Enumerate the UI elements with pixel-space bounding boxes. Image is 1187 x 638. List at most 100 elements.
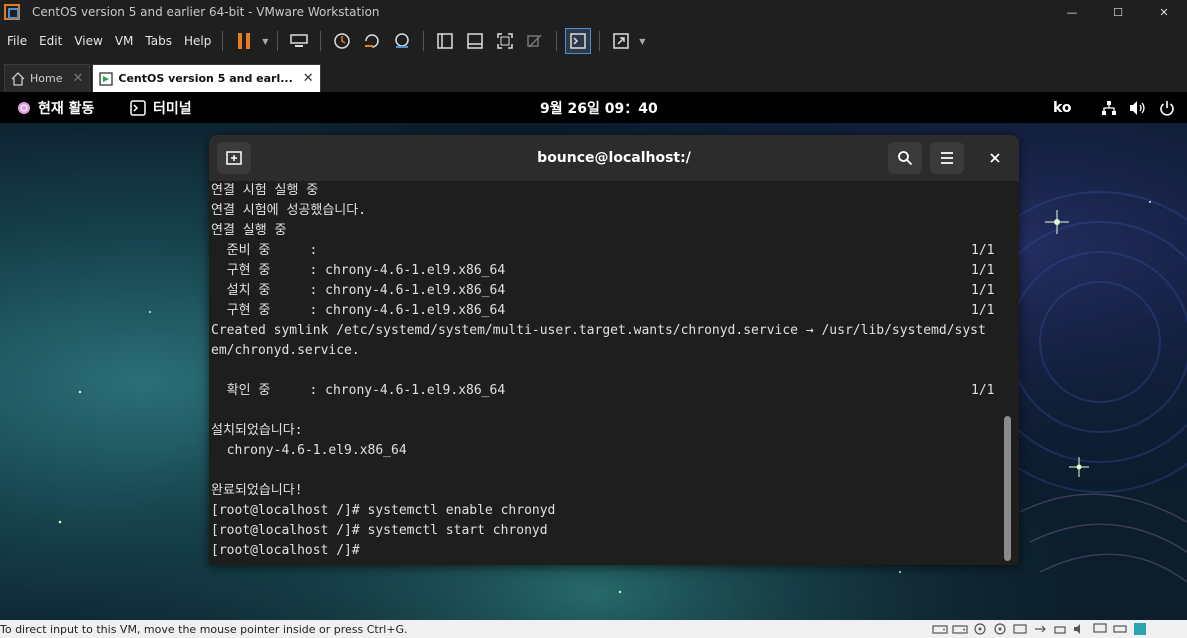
snapshot-manager-icon: [395, 33, 410, 48]
terminal-scrollbar[interactable]: [1004, 416, 1011, 561]
menu-view[interactable]: View: [69, 34, 107, 48]
full-screen-button[interactable]: [492, 28, 518, 54]
terminal-line: 구현 중 : chrony-4.6-1.el9.x86_64: [211, 303, 506, 318]
terminal-prompt-line: [root@localhost /]#: [211, 543, 360, 558]
unity-icon: [527, 34, 542, 48]
clock[interactable]: 9월 26일 09：40: [540, 92, 658, 123]
terminal-line: chrony-4.6-1.el9.x86_64: [211, 443, 407, 458]
printer-icon[interactable]: [1052, 623, 1068, 635]
unity-button[interactable]: [522, 28, 548, 54]
app-menu-terminal[interactable]: 터미널: [130, 92, 192, 123]
home-icon: [11, 71, 25, 86]
stretch-icon: [613, 33, 630, 49]
close-window-button[interactable]: ✕: [1141, 0, 1187, 24]
input-language-indicator[interactable]: ko: [1053, 92, 1072, 123]
progress-counter: 1/1: [971, 303, 995, 318]
activities-label: 현재 활동: [38, 100, 95, 117]
bottom-panel-icon: [467, 33, 484, 49]
activities-button[interactable]: 현재 활동: [16, 92, 94, 123]
message-log-icon[interactable]: [1132, 623, 1148, 635]
vm-icon: [99, 71, 114, 86]
menu-file[interactable]: File: [2, 34, 32, 48]
terminal-line: 완료되었습니다!: [211, 483, 303, 498]
show-thumbnail-bar-button[interactable]: [462, 28, 488, 54]
terminal-line: 설치 중 : chrony-4.6-1.el9.x86_64: [211, 283, 506, 298]
terminal-line: 연결 시험 실행 중: [211, 183, 319, 198]
progress-counter: 1/1: [971, 243, 995, 258]
terminal-headerbar[interactable]: bounce@localhost:/: [209, 135, 1019, 181]
hard-disk-icon[interactable]: [952, 623, 968, 635]
cd-rom-icon[interactable]: [972, 623, 988, 635]
window-titlebar: CentOS version 5 and earlier 64-bit - VM…: [0, 0, 1187, 24]
toolbar-divider: [599, 31, 601, 51]
snapshot-manager-button[interactable]: [389, 28, 415, 54]
serial-port-icon[interactable]: [1112, 623, 1128, 635]
device-status-icons: [932, 620, 1148, 638]
network-adapter-icon[interactable]: [1012, 623, 1028, 635]
stretch-dropdown-arrow[interactable]: ▼: [636, 37, 648, 46]
menu-vm[interactable]: VM: [110, 34, 139, 48]
terminal-line: 확인 중 : chrony-4.6-1.el9.x86_64: [211, 383, 506, 398]
new-tab-button[interactable]: [217, 142, 251, 174]
console-view-button[interactable]: [565, 28, 592, 54]
terminal-line: [root@localhost /]# systemctl enable chr…: [211, 503, 556, 518]
terminal-output[interactable]: 연결 시험 실행 중 연결 시험에 성공했습니다. 연결 실행 중 준비 중 :…: [209, 181, 1019, 565]
revert-icon: [365, 34, 380, 48]
tab-label: Home: [30, 72, 63, 85]
cd-rom-icon[interactable]: [992, 623, 1008, 635]
search-icon: [898, 151, 913, 166]
network-icon: [1102, 100, 1116, 115]
toolbar-divider: [277, 31, 279, 51]
sound-card-icon[interactable]: [1072, 623, 1088, 635]
terminal-app-icon: [130, 99, 146, 116]
system-tray[interactable]: [1101, 92, 1175, 123]
stretch-guest-button[interactable]: [608, 28, 634, 54]
minimize-button[interactable]: —: [1049, 0, 1095, 24]
usb-icon[interactable]: [1032, 623, 1048, 635]
close-tab-icon[interactable]: ✕: [303, 71, 314, 86]
menu-toolbar: File Edit View VM Tabs Help ▼ ▼: [0, 24, 1187, 58]
keyboard-icon: [290, 34, 309, 47]
activities-icon: [18, 101, 30, 114]
main-menu-button[interactable]: [930, 142, 964, 174]
revert-snapshot-button[interactable]: [359, 28, 385, 54]
close-icon: [990, 153, 1000, 163]
terminal-line: 준비 중 :: [211, 243, 318, 258]
display-icon[interactable]: [1092, 623, 1108, 635]
progress-counter: 1/1: [971, 283, 995, 298]
menu-tabs[interactable]: Tabs: [140, 34, 177, 48]
search-button[interactable]: [888, 142, 922, 174]
terminal-line: 설치되었습니다:: [211, 423, 303, 438]
new-tab-icon: [226, 151, 242, 165]
show-library-button[interactable]: [432, 28, 458, 54]
terminal-line: 구현 중 : chrony-4.6-1.el9.x86_64: [211, 263, 506, 278]
pause-icon: [238, 33, 251, 49]
maximize-button[interactable]: ☐: [1095, 0, 1141, 24]
tab-centos-vm[interactable]: CentOS version 5 and earl... ✕: [92, 64, 321, 92]
menu-edit[interactable]: Edit: [34, 34, 67, 48]
terminal-window[interactable]: bounce@localhost:/ 연결 시험 실행 중 연결 시험에 성공했…: [209, 135, 1019, 565]
power-icon: [1160, 100, 1174, 116]
hard-disk-icon[interactable]: [932, 623, 948, 635]
close-tab-icon[interactable]: ✕: [72, 71, 83, 86]
window-controls: — ☐ ✕: [1049, 0, 1187, 24]
terminal-line: em/chronyd.service.: [211, 343, 360, 358]
hamburger-menu-icon: [941, 152, 953, 164]
vm-tab-bar: Home ✕ CentOS version 5 and earl... ✕: [0, 58, 1187, 92]
suspend-button[interactable]: [231, 28, 257, 54]
vmware-status-bar: To direct input to this VM, move the mou…: [0, 620, 1187, 638]
console-icon: [570, 33, 587, 49]
sidebar-layout-icon: [437, 33, 454, 49]
window-title: CentOS version 5 and earlier 64-bit - VM…: [32, 5, 380, 19]
send-ctrl-alt-del-button[interactable]: [286, 28, 312, 54]
fullscreen-icon: [497, 33, 514, 49]
menu-help[interactable]: Help: [179, 34, 216, 48]
app-menu-label: 터미널: [153, 100, 192, 117]
tab-home[interactable]: Home ✕: [4, 64, 91, 92]
close-terminal-button[interactable]: [978, 142, 1012, 174]
vm-guest-display[interactable]: 현재 활동 터미널 9월 26일 09：40 ko bounce@localho…: [0, 92, 1187, 620]
take-snapshot-button[interactable]: [329, 28, 355, 54]
power-dropdown-arrow[interactable]: ▼: [259, 37, 271, 46]
terminal-line: 연결 실행 중: [211, 223, 287, 238]
terminal-line: [root@localhost /]# systemctl start chro…: [211, 523, 548, 538]
